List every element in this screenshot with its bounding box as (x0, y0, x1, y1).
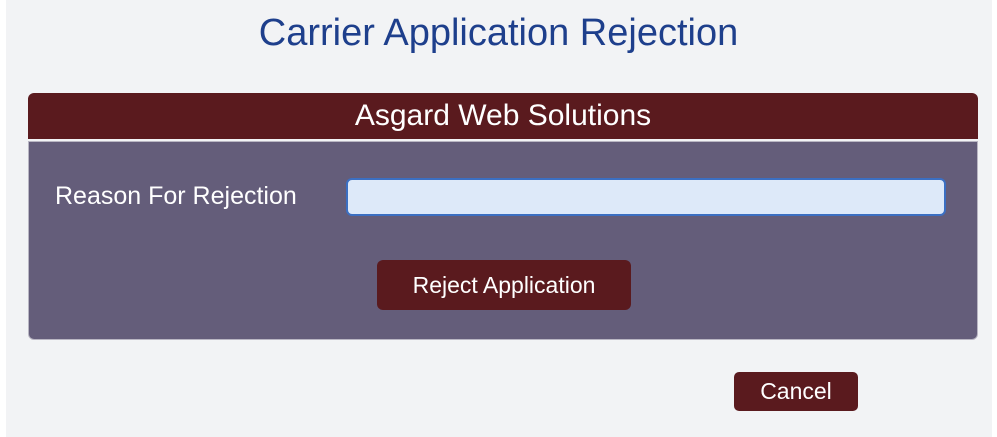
cancel-button[interactable]: Cancel (734, 372, 858, 411)
reason-input[interactable] (346, 178, 946, 216)
page-title: Carrier Application Rejection (258, 12, 739, 54)
company-header: Asgard Web Solutions (28, 93, 978, 139)
page-container: Carrier Application Rejection Asgard Web… (6, 0, 992, 437)
rejection-form-panel: Reason For Rejection Reject Application (28, 141, 978, 340)
reason-label: Reason For Rejection (55, 182, 297, 210)
company-name: Asgard Web Solutions (354, 99, 652, 132)
reject-application-button[interactable]: Reject Application (377, 260, 631, 310)
